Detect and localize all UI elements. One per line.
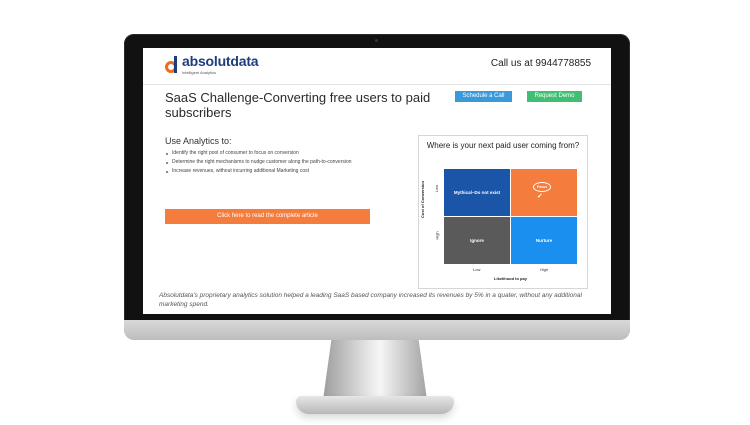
schedule-call-button[interactable]: Schedule a Call — [455, 91, 512, 102]
monitor-stand-base — [296, 396, 454, 414]
x-tick-high: High — [540, 267, 549, 272]
conversion-matrix: Where is your next paid user coming from… — [418, 135, 588, 289]
page-title: SaaS Challenge-Converting free users to … — [165, 90, 431, 120]
logo-mark-icon — [165, 55, 179, 74]
logo-tagline: Intelligent Analytics — [182, 70, 217, 75]
read-article-button[interactable]: Click here to read the complete article — [165, 209, 370, 224]
list-item: Identify the right pool of consumer to f… — [165, 150, 375, 157]
request-demo-button[interactable]: Request Demo — [527, 91, 582, 102]
header-divider — [143, 84, 611, 85]
quadrant-nurture: Nurture — [511, 217, 577, 264]
analytics-heading: Use Analytics to: — [165, 136, 232, 146]
logo-name: absolutdata — [182, 53, 259, 69]
benefits-list: Identify the right pool of consumer to f… — [165, 150, 375, 177]
x-axis-title: Likelihood to pay — [494, 276, 527, 281]
y-tick-high: High — [434, 231, 440, 240]
focus-bubble: Focus — [533, 182, 551, 192]
footer-note: Absolutdata's proprietary analytics solu… — [159, 292, 582, 308]
monitor-screen: absolutdata Intelligent Analytics Call u… — [143, 48, 611, 314]
absolutdata-logo[interactable]: absolutdata Intelligent Analytics — [165, 53, 259, 75]
site-header: absolutdata Intelligent Analytics Call u… — [143, 48, 611, 84]
quadrant-label: Mythical–Do not exist — [453, 190, 501, 195]
matrix-title: Where is your next paid user coming from… — [426, 141, 580, 150]
y-axis-title: Cost of Conversion — [420, 181, 425, 218]
quadrant-focus: Focus ✓ — [511, 169, 577, 216]
monitor-stand-neck — [323, 340, 427, 400]
quadrant-ignore: Ignore — [444, 217, 510, 264]
webcam-icon — [375, 39, 378, 42]
x-tick-low: Low — [473, 267, 481, 272]
quadrant-label: Ignore — [470, 238, 484, 243]
list-item: Determine the right mechanisms to nudge … — [165, 159, 375, 166]
y-tick-low: Low — [434, 184, 440, 193]
quadrant-label: Nurture — [535, 238, 553, 243]
quadrant-label: Focus — [536, 185, 548, 189]
monitor-chin — [124, 320, 630, 340]
call-us-phone[interactable]: Call us at 9944778855 — [491, 58, 591, 69]
list-item: Increase revenues, without incurring add… — [165, 168, 375, 175]
quadrant-mythical: Mythical–Do not exist — [444, 169, 510, 216]
checkmark-icon: ✓ — [537, 193, 543, 200]
